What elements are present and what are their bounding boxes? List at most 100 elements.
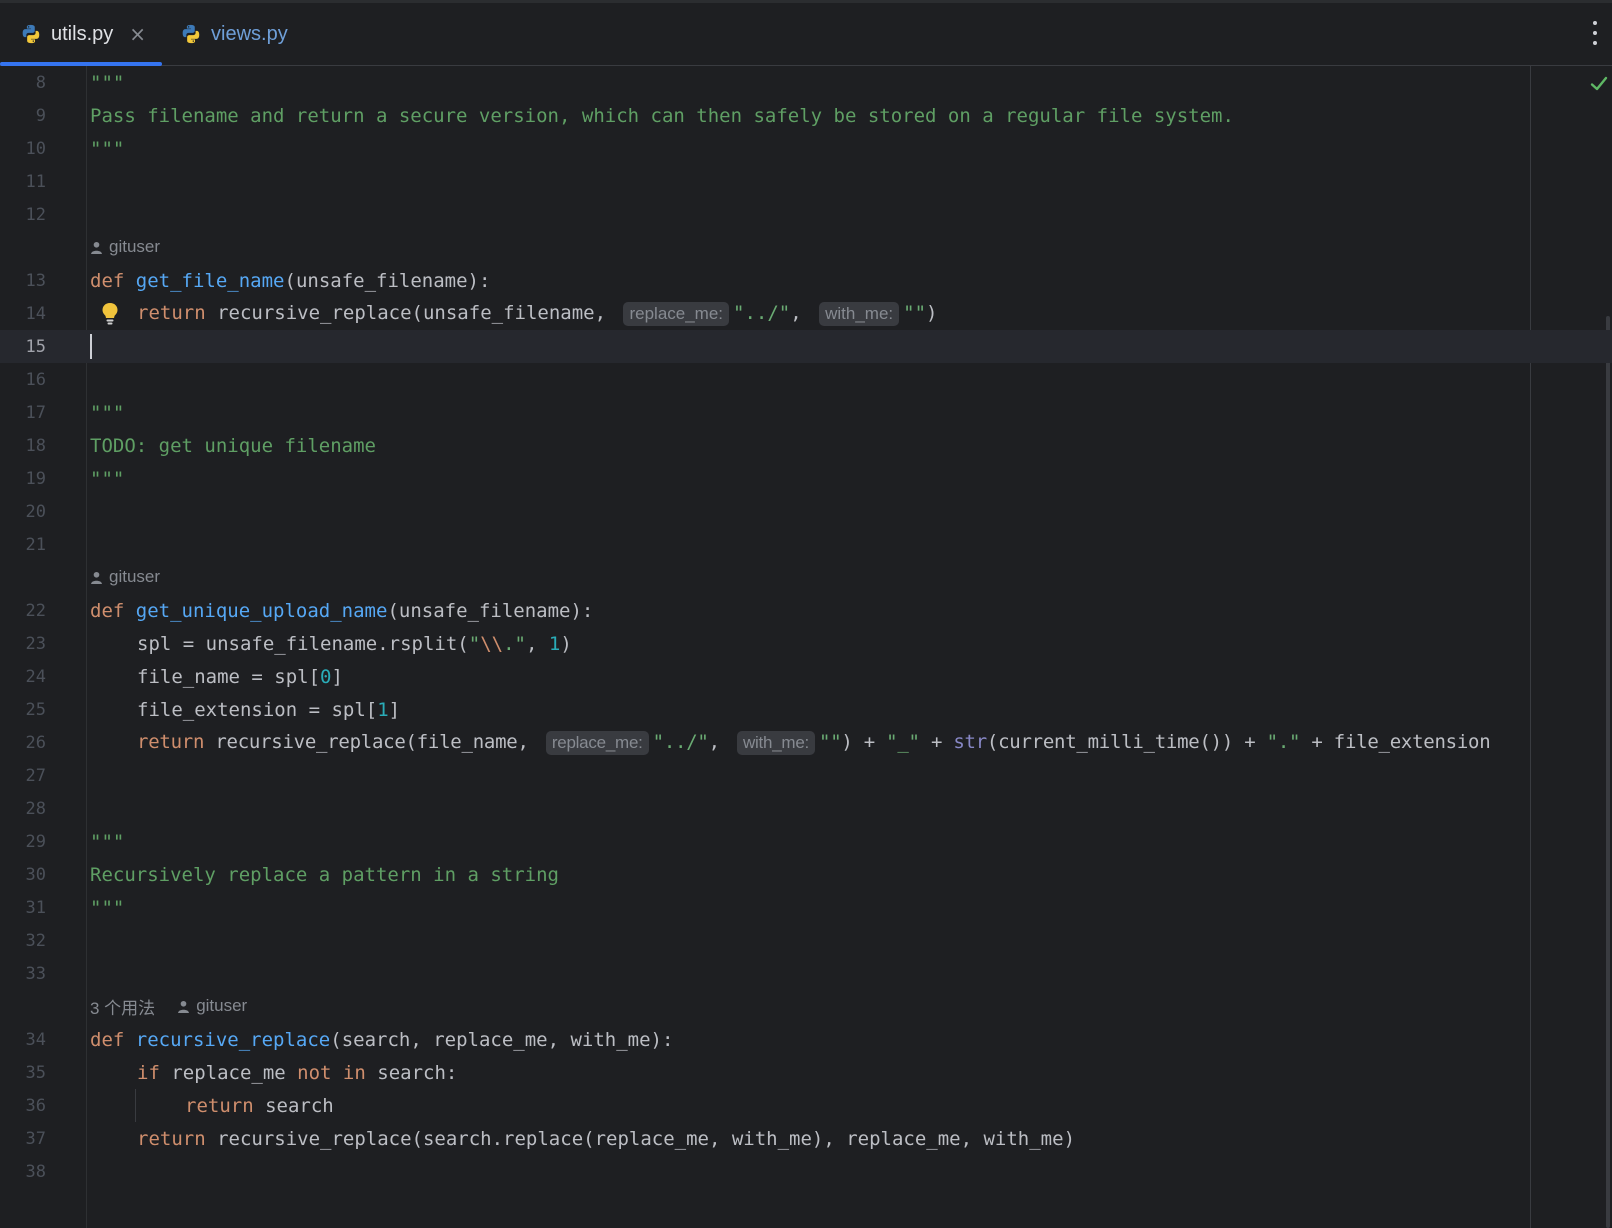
code-text: return recursive_replace(file_name, repl… <box>137 730 1491 755</box>
python-file-icon <box>22 24 40 44</box>
line-number: 19 <box>25 468 46 489</box>
code-line: 19 """ <box>0 462 1612 495</box>
params: (search, replace_me, with_me): <box>330 1028 674 1051</box>
line-number: 17 <box>25 402 46 423</box>
code-editor[interactable]: 8 """ 9 Pass filename and return a secur… <box>0 66 1612 1228</box>
line-number: 38 <box>25 1161 46 1182</box>
line-number: 26 <box>25 732 46 753</box>
docstring: """ <box>90 467 125 490</box>
code-line: 9 Pass filename and return a secure vers… <box>0 99 1612 132</box>
code-text: return recursive_replace(search.replace(… <box>137 1128 1075 1150</box>
author-name: gituser <box>109 567 161 586</box>
docstring: """ <box>90 896 125 919</box>
tab-views-py[interactable]: views.py <box>180 3 288 65</box>
number: 0 <box>320 665 332 688</box>
number: 1 <box>377 698 389 721</box>
code-line: 28 <box>0 792 1612 825</box>
separator: , <box>790 301 814 324</box>
code-line: 21 <box>0 528 1612 561</box>
person-icon <box>178 1000 190 1013</box>
code-line: 18 TODO: get unique filename <box>0 429 1612 462</box>
code-text <box>90 334 92 359</box>
string: " <box>468 632 481 655</box>
keyword: return <box>137 730 205 753</box>
code-line: 17 """ <box>0 396 1612 429</box>
statement: file_extension = spl[ <box>137 698 378 721</box>
code-line: 16 <box>0 363 1612 396</box>
code-line: 24 file_name = spl[0] <box>0 660 1612 693</box>
function-name: get_unique_upload_name <box>135 599 388 622</box>
string: ." <box>503 632 526 655</box>
param-hint: replace_me: <box>623 301 730 326</box>
code-line: 23 spl = unsafe_filename.rsplit("\\.", 1… <box>0 627 1612 660</box>
code-text: file_name = spl[0] <box>137 666 343 688</box>
line-number: 14 <box>25 303 46 324</box>
line-number: 30 <box>25 864 46 885</box>
indent-guide <box>135 1089 136 1122</box>
params: (unsafe_filename): <box>387 599 594 622</box>
line-number: 31 <box>25 897 46 918</box>
statement: search: <box>365 1061 458 1084</box>
docstring: """ <box>90 401 125 424</box>
line-number: 20 <box>25 501 46 522</box>
author-inlay[interactable]: gituser <box>90 234 160 260</box>
param-hint: replace_me: <box>545 730 649 755</box>
code-line: 30 Recursively replace a pattern in a st… <box>0 858 1612 891</box>
code-line: 33 <box>0 957 1612 990</box>
statement: file_name = spl[ <box>137 665 321 688</box>
close-icon[interactable]: × <box>129 22 146 46</box>
code-line: 32 <box>0 924 1612 957</box>
docstring: Pass filename and return a secure versio… <box>90 104 1234 127</box>
number: 1 <box>548 632 561 655</box>
text-caret <box>90 334 92 359</box>
keyword: if <box>137 1061 160 1084</box>
string: "." <box>1266 730 1301 753</box>
code-line: 36 return search <box>0 1089 1612 1122</box>
function-name: get_file_name <box>135 269 285 292</box>
operator: ) + <box>841 730 887 753</box>
usages-count[interactable]: 3 个用法 <box>90 994 155 1019</box>
line-number: 24 <box>25 666 46 687</box>
line-number: 25 <box>25 699 46 720</box>
code-text: def get_file_name(unsafe_filename): <box>90 270 490 292</box>
line-number: 16 <box>25 369 46 390</box>
line-number: 8 <box>35 72 46 93</box>
param-hint: with_me: <box>819 301 900 326</box>
builtin: str <box>953 730 987 753</box>
code-text: if replace_me not in search: <box>137 1062 457 1084</box>
code-line: 27 <box>0 759 1612 792</box>
close-paren: ) <box>926 301 938 324</box>
author-inlay[interactable]: gituser <box>90 564 160 590</box>
tab-utils-py[interactable]: utils.py × <box>0 3 162 66</box>
code-line: 25 file_extension = spl[1] <box>0 693 1612 726</box>
tab-label: views.py <box>211 22 288 45</box>
params: (unsafe_filename): <box>284 269 491 292</box>
keyword: return <box>185 1094 254 1117</box>
code-line: 26 return recursive_replace(file_name, r… <box>0 726 1612 759</box>
separator: , <box>525 632 549 655</box>
line-number: 15 <box>25 336 46 357</box>
tab-label: utils.py <box>51 22 114 45</box>
function-name: recursive_replace <box>135 1028 331 1051</box>
docstring: Recursively replace a pattern in a strin… <box>90 863 559 886</box>
code-text: file_extension = spl[1] <box>137 699 400 721</box>
code-line: 11 <box>0 165 1612 198</box>
statement: spl = unsafe_filename.rsplit( <box>137 632 469 655</box>
code-line: 38 <box>0 1155 1612 1188</box>
person-icon <box>91 241 102 254</box>
docstring: """ <box>90 137 125 160</box>
code-line: 14 return recursive_replace(unsafe_filen… <box>0 297 1612 330</box>
lightbulb-icon[interactable] <box>101 302 119 326</box>
line-number: 23 <box>25 633 46 654</box>
keyword: return <box>137 1127 206 1150</box>
close-bracket: ] <box>388 698 401 721</box>
line-number: 28 <box>25 798 46 819</box>
line-number: 34 <box>25 1029 46 1050</box>
line-number: 29 <box>25 831 46 852</box>
code-line: 22 def get_unique_upload_name(unsafe_fil… <box>0 594 1612 627</box>
line-number: 9 <box>35 105 46 126</box>
more-options-icon[interactable] <box>1592 21 1598 45</box>
line-number: 27 <box>25 765 46 786</box>
usages-inlay[interactable]: 3 个用法 gituser <box>90 993 247 1019</box>
keyword: def <box>90 599 125 622</box>
